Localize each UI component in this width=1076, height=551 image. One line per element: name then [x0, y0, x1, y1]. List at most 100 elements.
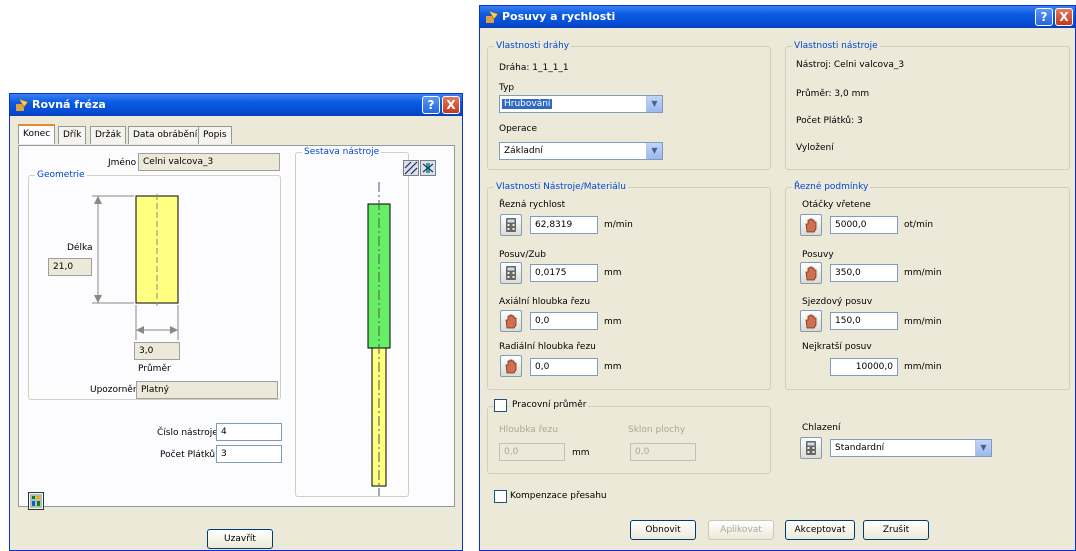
feed-field[interactable]: 350,0	[830, 264, 898, 282]
hand-button-radial[interactable]	[500, 355, 522, 377]
calculator-button[interactable]	[28, 492, 44, 510]
type-value: Hrubování	[502, 99, 553, 109]
feed-tooth-field[interactable]: 0,0175	[530, 264, 598, 282]
cut-depth-field[interactable]: 0,0	[499, 443, 565, 461]
apply-button[interactable]: Aplikovat	[708, 520, 774, 540]
material-properties-title: Vlastnosti Nástroje/Materiálu	[494, 182, 628, 192]
compensation-label[interactable]: Kompenzace přesahu	[510, 491, 607, 501]
cutting-speed-label: Řezná rychlost	[499, 200, 566, 210]
working-diameter-checkbox[interactable]	[494, 399, 507, 412]
straight-mill-dialog: Rovná fréza ? X Konec Dřík Držák Data ob…	[9, 93, 463, 551]
geometry-group-title: Geometrie	[35, 170, 87, 180]
tool-text: Nástroj: Celni valcova_3	[796, 60, 905, 70]
tool-assembly-group-title: Sestava nástroje	[302, 147, 382, 157]
name-field[interactable]: Celni valcova_3	[138, 153, 280, 171]
hand-icon	[505, 359, 517, 374]
chevron-down-icon[interactable]: ▼	[975, 440, 991, 456]
name-label: Jméno	[108, 158, 137, 168]
spindle-speed-field[interactable]: 5000,0	[830, 216, 898, 234]
cutting-speed-field[interactable]: 62,8319	[530, 216, 598, 234]
flutes-label: Počet Plátků	[160, 450, 216, 460]
feeds-speeds-dialog: Posuvy a rychlosti ? X Vlastnosti dráhy …	[479, 5, 1076, 551]
coolant-value: Standardní	[835, 443, 885, 453]
tool-edit-icon	[422, 163, 434, 173]
tab-popis[interactable]: Popis	[198, 126, 232, 144]
type-label: Typ	[499, 83, 515, 93]
tab-drik[interactable]: Dřík	[58, 126, 87, 144]
assembly-edit-button[interactable]	[420, 160, 436, 176]
tool-properties-title: Vlastnosti nástroje	[792, 41, 880, 51]
surface-slope-field[interactable]: 0,0	[630, 443, 696, 461]
tab-konec[interactable]: Konec	[18, 124, 56, 144]
tool-number-field[interactable]: 4	[216, 423, 282, 441]
spindle-speed-unit: ot/min	[904, 220, 934, 230]
tab-drzak[interactable]: Držák	[90, 126, 127, 144]
cancel-button[interactable]: Zrušit	[863, 520, 929, 540]
tool-assembly-drawing	[367, 182, 391, 496]
working-diameter-group	[487, 406, 771, 474]
cutting-conditions-title: Řezné podmínky	[792, 182, 871, 192]
feed-label: Posuvy	[802, 250, 834, 260]
close-dialog-button[interactable]: Uzavřít	[207, 529, 273, 549]
calc-button-feed-tooth[interactable]	[500, 262, 522, 284]
hand-icon	[805, 266, 817, 281]
diameter-text: Průměr: 3,0 mm	[796, 89, 870, 99]
hand-icon	[505, 314, 517, 329]
radial-depth-field[interactable]: 0,0	[530, 358, 598, 376]
path-properties-title: Vlastnosti dráhy	[494, 41, 572, 51]
rapid-feed-field[interactable]: 10000,0	[830, 358, 898, 376]
cut-depth-unit: mm	[572, 448, 590, 458]
tool-app-icon	[16, 98, 29, 111]
reset-button[interactable]: Obnovit	[630, 520, 696, 540]
type-select[interactable]: Hrubování ▼	[499, 95, 663, 113]
diameter-field[interactable]: 3,0	[134, 342, 180, 360]
tool-number-label: Číslo nástroje	[157, 428, 218, 438]
hand-button-feed[interactable]	[800, 262, 822, 284]
radial-depth-label: Radiální hloubka řezu	[499, 342, 596, 352]
help-button-feeds[interactable]: ?	[1035, 8, 1053, 26]
axial-depth-unit: mm	[604, 317, 622, 327]
calculator-icon	[806, 441, 816, 455]
calc-button-cutting-speed[interactable]	[500, 214, 522, 236]
cutting-speed-unit: m/min	[604, 220, 633, 230]
plunge-feed-field[interactable]: 150,0	[830, 312, 898, 330]
flutes-text: Počet Plátků: 3	[796, 116, 863, 126]
rapid-feed-label: Nejkratší posuv	[802, 342, 872, 352]
operation-value: Základní	[504, 146, 543, 156]
accept-button[interactable]: Akceptovat	[785, 520, 855, 540]
feed-tooth-unit: mm	[604, 268, 622, 278]
warning-label: Upozornění	[90, 385, 142, 395]
cutting-conditions-group: Řezné podmínky	[785, 182, 1070, 390]
close-icon-feeds[interactable]: X	[1055, 8, 1073, 26]
warning-field: Platný	[136, 381, 278, 399]
title-bar-feeds[interactable]: Posuvy a rychlosti ? X	[480, 6, 1075, 28]
length-field[interactable]: 21,0	[48, 258, 92, 276]
operation-label: Operace	[499, 124, 538, 134]
hand-button-plunge[interactable]	[800, 310, 822, 332]
surface-slope-label: Sklon plochy	[628, 425, 686, 435]
operation-select[interactable]: Základní ▼	[499, 142, 663, 160]
assembly-view-button[interactable]	[403, 160, 419, 176]
tab-strip: Konec Dřík Držák Data obrábění Popis	[18, 124, 458, 146]
chevron-down-icon[interactable]: ▼	[646, 96, 662, 112]
title-bar[interactable]: Rovná fréza ? X	[10, 94, 462, 116]
compensation-checkbox[interactable]	[494, 490, 507, 503]
calc-button-coolant[interactable]	[800, 437, 822, 459]
cut-depth-label: Hloubka řezu	[499, 425, 559, 435]
coolant-select[interactable]: Standardní ▼	[830, 439, 992, 457]
feed-tooth-label: Posuv/Zub	[499, 250, 546, 260]
tab-data-obrabeni[interactable]: Data obrábění	[128, 126, 203, 144]
axial-depth-field[interactable]: 0,0	[530, 312, 598, 330]
working-diameter-label[interactable]: Pracovní průměr	[510, 400, 589, 410]
chevron-down-icon[interactable]: ▼	[646, 143, 662, 159]
close-icon[interactable]: X	[442, 96, 460, 114]
hand-button-spindle[interactable]	[800, 214, 822, 236]
plunge-feed-unit: mm/min	[904, 317, 942, 327]
coolant-label: Chlazení	[802, 423, 841, 433]
flutes-field[interactable]: 3	[216, 445, 282, 463]
grid-calc-icon	[30, 494, 42, 508]
hand-icon	[805, 218, 817, 233]
hand-button-axial[interactable]	[500, 310, 522, 332]
help-button[interactable]: ?	[422, 96, 440, 114]
feeds-app-icon	[486, 10, 499, 23]
